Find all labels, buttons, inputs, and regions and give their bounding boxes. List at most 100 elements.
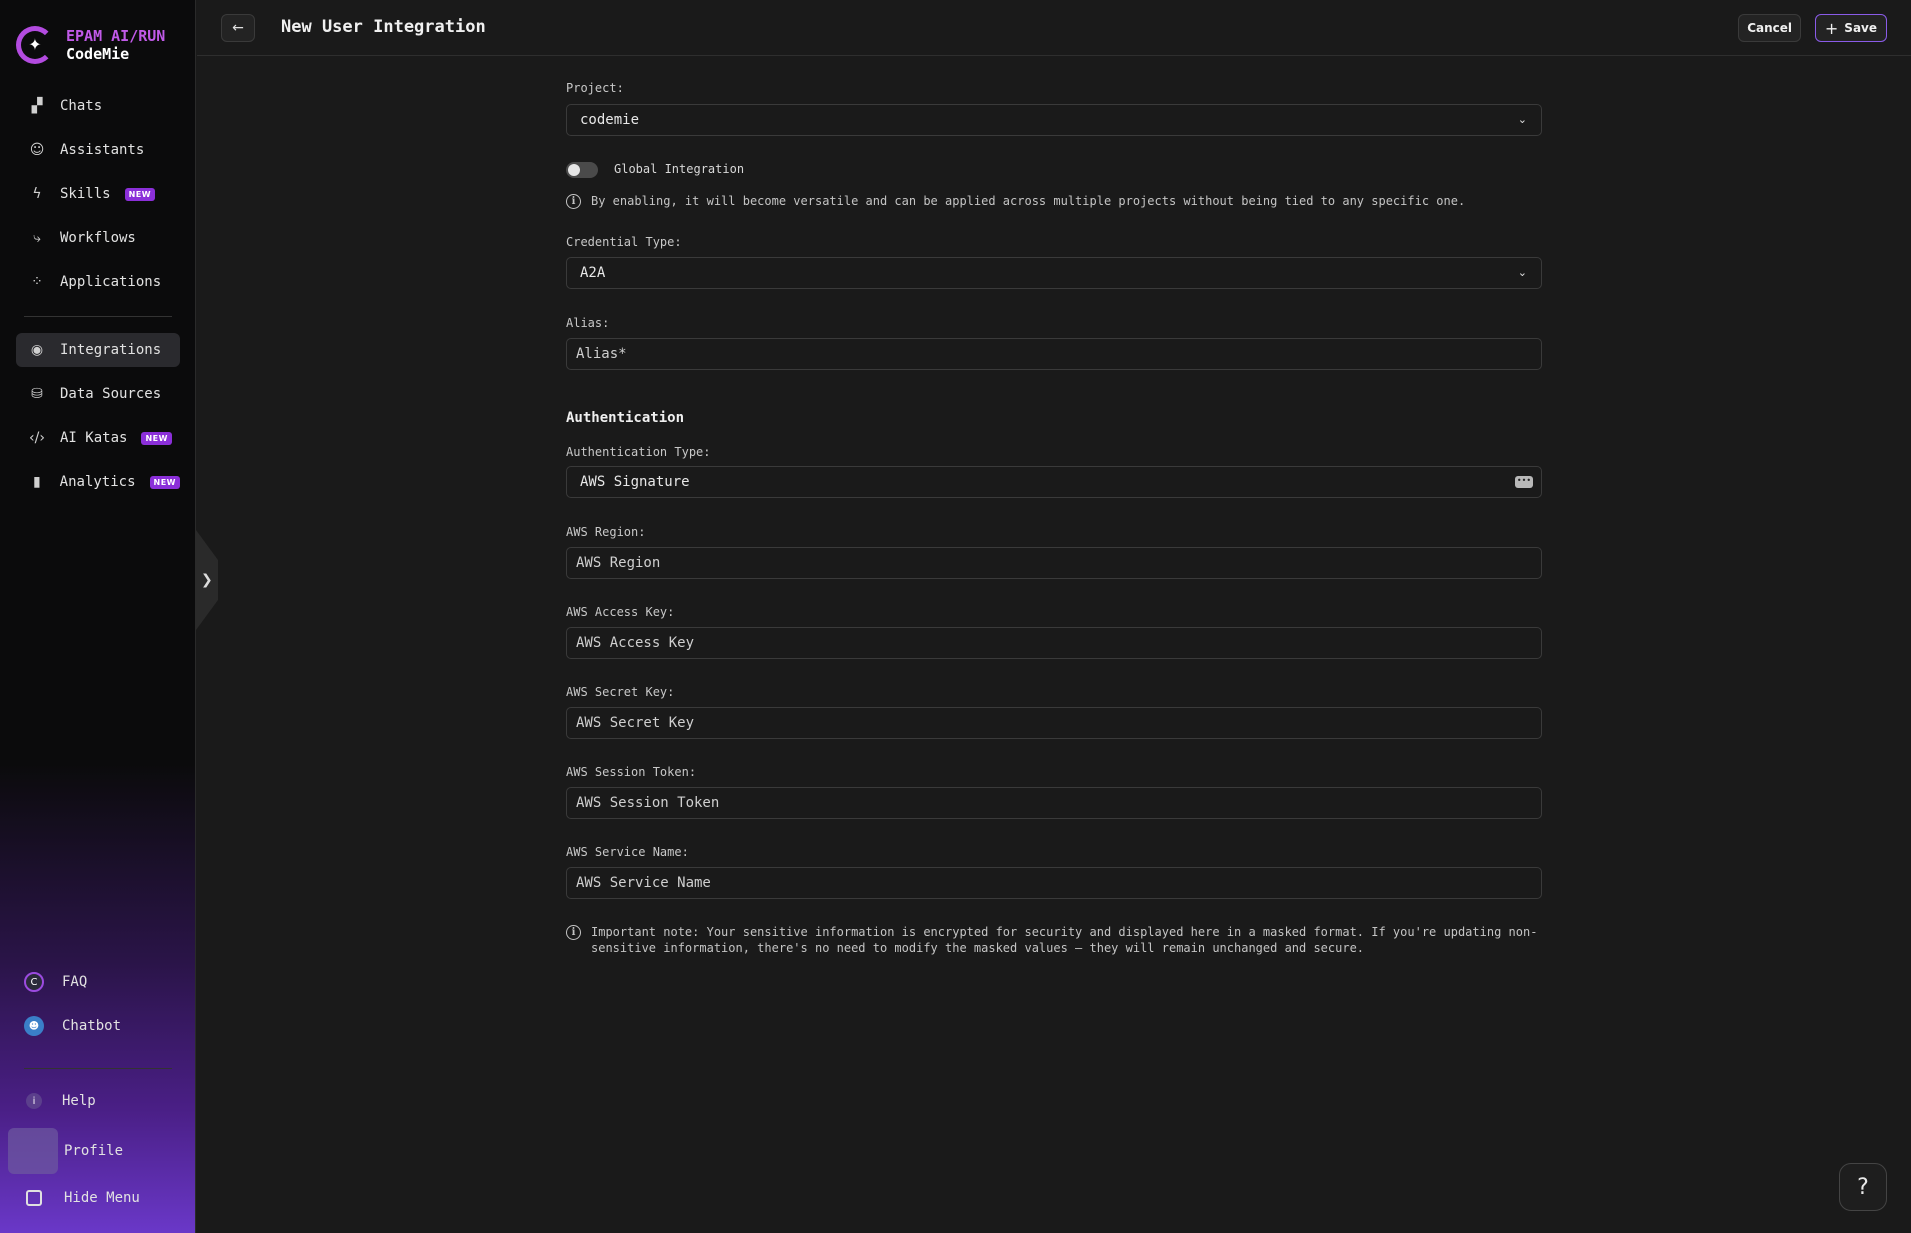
- save-button-label: Save: [1844, 21, 1877, 35]
- avatar: [8, 1128, 58, 1174]
- alias-placeholder: Alias*: [576, 346, 627, 362]
- project-label: Project:: [566, 81, 624, 95]
- sidebar-divider: [24, 1068, 172, 1069]
- sidebar-item-label: Analytics: [59, 474, 136, 490]
- question-icon: ?: [1857, 1174, 1869, 1200]
- codemie-logo-icon: ✦: [16, 26, 54, 64]
- faq-icon: C: [24, 972, 44, 992]
- page-header: ← New User Integration Cancel + Save: [197, 0, 1911, 56]
- aws-service-name-placeholder: AWS Service Name: [576, 875, 711, 891]
- aws-access-key-input[interactable]: AWS Access Key: [566, 627, 1542, 659]
- credential-type-value: A2A: [580, 265, 606, 281]
- auth-type-select[interactable]: AWS Signature •••: [566, 466, 1542, 498]
- sidebar-item-label: Chatbot: [62, 1018, 122, 1034]
- aws-service-name-input[interactable]: AWS Service Name: [566, 867, 1542, 899]
- credential-type-label: Credential Type:: [566, 235, 682, 249]
- sidebar-item-analytics[interactable]: ▮ Analytics NEW: [16, 465, 180, 499]
- sidebar-item-label: Help: [62, 1093, 96, 1109]
- global-integration-toggle[interactable]: [566, 162, 598, 178]
- aws-session-token-label: AWS Session Token:: [566, 765, 697, 779]
- integrations-icon: ◉: [30, 342, 44, 358]
- sidebar-item-chatbot[interactable]: ☻ Chatbot: [24, 1016, 121, 1036]
- aws-session-token-input[interactable]: AWS Session Token: [566, 787, 1542, 819]
- sidebar-toggle-icon: [26, 1190, 42, 1206]
- aws-access-key-label: AWS Access Key:: [566, 605, 675, 619]
- arrow-left-icon: ←: [232, 20, 244, 36]
- sidebar-item-skills[interactable]: ϟ Skills NEW: [16, 177, 180, 211]
- sidebar-item-profile[interactable]: Profile: [8, 1128, 123, 1174]
- global-integration-info: i By enabling, it will become versatile …: [566, 193, 1465, 209]
- sidebar-item-label: Skills: [60, 186, 111, 202]
- hide-menu-button[interactable]: Hide Menu: [24, 1190, 140, 1206]
- sidebar-item-assistants[interactable]: ☺ Assistants: [16, 133, 180, 167]
- sensitive-note-line1: Important note: Your sensitive informati…: [591, 925, 1538, 939]
- save-button[interactable]: + Save: [1814, 14, 1887, 42]
- authentication-section-title: Authentication: [566, 410, 685, 426]
- sidebar-item-label: Chats: [60, 98, 103, 114]
- page-title: New User Integration: [281, 17, 486, 37]
- sidebar-item-integrations[interactable]: ◉ Integrations: [16, 333, 180, 367]
- aws-region-label: AWS Region:: [566, 525, 646, 539]
- sidebar-item-label: Profile: [64, 1143, 124, 1159]
- chatbot-icon: ☻: [24, 1016, 44, 1036]
- sidebar-item-label: Integrations: [60, 342, 162, 358]
- chevron-right-icon: ❯: [201, 572, 213, 588]
- ai-katas-icon: ‹/›: [29, 430, 45, 446]
- aws-region-placeholder: AWS Region: [576, 555, 661, 571]
- help-info-icon: i: [26, 1093, 42, 1109]
- new-badge: NEW: [124, 187, 156, 201]
- sidebar-item-label: Workflows: [60, 230, 136, 246]
- global-integration-info-text: By enabling, it will become versatile an…: [591, 194, 1466, 208]
- sidebar: ✦ EPAM AI/RUN CodeMie ▞ Chats ☺ Assistan…: [0, 0, 196, 1233]
- auth-type-label: Authentication Type:: [566, 445, 711, 459]
- cancel-button[interactable]: Cancel: [1738, 14, 1801, 42]
- sidebar-item-workflows[interactable]: ⤷ Workflows: [16, 221, 180, 255]
- sidebar-item-label: AI Katas: [60, 430, 128, 446]
- workflows-icon: ⤷: [33, 230, 41, 246]
- sidebar-item-label: FAQ: [62, 974, 88, 990]
- sidebar-item-chats[interactable]: ▞ Chats: [16, 89, 180, 123]
- sensitive-info-note: i Important note: Your sensitive informa…: [566, 924, 1537, 956]
- auth-type-value: AWS Signature: [580, 474, 690, 490]
- skills-icon: ϟ: [32, 186, 42, 202]
- aws-secret-key-input[interactable]: AWS Secret Key: [566, 707, 1542, 739]
- credential-type-select[interactable]: A2A ⌄: [566, 257, 1542, 289]
- chevron-down-icon: ⌄: [1517, 266, 1527, 279]
- aws-access-key-placeholder: AWS Access Key: [576, 635, 695, 651]
- aws-secret-key-placeholder: AWS Secret Key: [576, 715, 695, 731]
- global-integration-label: Global Integration: [614, 162, 745, 176]
- sidebar-nav-primary: ▞ Chats ☺ Assistants ϟ Skills NEW ⤷ Work…: [16, 89, 180, 309]
- analytics-icon: ▮: [32, 474, 41, 490]
- help-button[interactable]: ?: [1839, 1163, 1887, 1211]
- sidebar-item-label: Applications: [60, 274, 162, 290]
- aws-secret-key-label: AWS Secret Key:: [566, 685, 675, 699]
- sidebar-item-faq[interactable]: C FAQ: [24, 972, 87, 992]
- chats-icon: ▞: [31, 98, 43, 114]
- brand-logo[interactable]: ✦ EPAM AI/RUN CodeMie: [16, 26, 165, 64]
- info-icon: i: [566, 925, 581, 940]
- sidebar-item-help[interactable]: i Help: [24, 1093, 96, 1109]
- sidebar-divider: [24, 316, 172, 317]
- sidebar-item-label: Data Sources: [60, 386, 162, 402]
- data-sources-icon: ⛁: [31, 386, 43, 402]
- applications-icon: ⁘: [31, 274, 43, 290]
- project-value: codemie: [580, 112, 640, 128]
- expand-sidebar-handle[interactable]: ❯: [196, 530, 218, 630]
- sidebar-nav-secondary: ◉ Integrations ⛁ Data Sources ‹/› AI Kat…: [16, 333, 180, 509]
- sensitive-note-line2: sensitive information, there's no need t…: [591, 941, 1365, 955]
- alias-input[interactable]: Alias*: [566, 338, 1542, 370]
- sidebar-item-label: Hide Menu: [64, 1190, 140, 1206]
- sidebar-item-ai-katas[interactable]: ‹/› AI Katas NEW: [16, 421, 180, 455]
- new-badge: NEW: [149, 475, 180, 489]
- toggle-knob: [568, 164, 580, 176]
- back-button[interactable]: ←: [221, 14, 255, 42]
- assistants-icon: ☺: [29, 142, 45, 158]
- aws-service-name-label: AWS Service Name:: [566, 845, 689, 859]
- new-badge: NEW: [141, 431, 172, 445]
- more-options-icon[interactable]: •••: [1515, 476, 1533, 488]
- sidebar-item-data-sources[interactable]: ⛁ Data Sources: [16, 377, 180, 411]
- aws-region-input[interactable]: AWS Region: [566, 547, 1542, 579]
- project-select[interactable]: codemie ⌄: [566, 104, 1542, 136]
- sidebar-item-applications[interactable]: ⁘ Applications: [16, 265, 180, 299]
- info-icon: i: [566, 194, 581, 209]
